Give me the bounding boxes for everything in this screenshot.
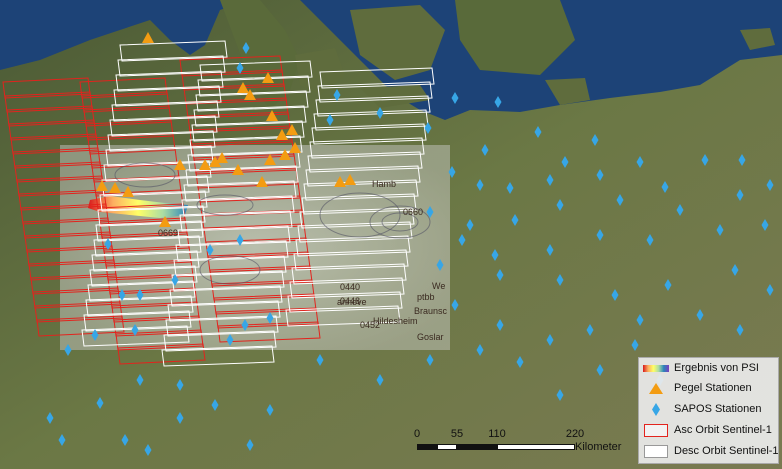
legend-item-desc-orbit: Desc Orbit Sentinel-1 — [643, 443, 779, 459]
legend-label: Pegel Stationen — [674, 382, 752, 394]
scale-segment — [417, 444, 437, 450]
legend-item-psi: Ergebnis von PSI — [643, 360, 759, 376]
scale-tick-2: 110 — [488, 428, 506, 440]
triangle-icon — [643, 382, 669, 395]
station-label: 0440 — [340, 282, 360, 292]
map-view[interactable]: Hamb annove Hildesheim Braunsc ptbb Goslar We 0… — [0, 0, 782, 469]
scale-segment — [497, 444, 575, 450]
scale-bar: 0 55 110 220 Kilometer — [413, 428, 635, 458]
gradient-ramp-icon — [643, 362, 669, 375]
scale-tick-1: 55 — [450, 428, 464, 440]
station-label: 0448 — [340, 296, 360, 306]
red-box-icon — [643, 423, 669, 437]
scale-segment — [437, 444, 457, 450]
legend-label: Ergebnis von PSI — [674, 362, 759, 374]
scale-tick-0: 0 — [413, 428, 421, 440]
legend-item-asc-orbit: Asc Orbit Sentinel-1 — [643, 422, 772, 438]
city-label-wedel: We — [432, 281, 445, 291]
legend-label: SAPOS Stationen — [674, 403, 762, 415]
scale-unit: Kilometer — [575, 441, 622, 453]
station-label: 0452 — [360, 320, 380, 330]
scale-segment — [457, 444, 497, 450]
station-label: 0660 — [403, 207, 423, 217]
station-label: 0669 — [158, 228, 178, 238]
white-box-icon — [643, 444, 669, 458]
scale-tick-3: 220 — [565, 428, 585, 440]
city-label-hamburg: Hamb — [372, 179, 396, 189]
legend-item-sapos: SAPOS Stationen — [643, 401, 761, 417]
legend-item-pegel: Pegel Stationen — [643, 380, 752, 396]
legend-label: Asc Orbit Sentinel-1 — [674, 424, 772, 436]
diamond-icon — [643, 402, 669, 416]
legend-label: Desc Orbit Sentinel-1 — [674, 445, 779, 457]
city-label-ptbb: ptbb — [417, 292, 435, 302]
map-legend: Ergebnis von PSI Pegel Stationen SAPOS S… — [638, 357, 779, 464]
city-label-goslar: Goslar — [417, 332, 444, 342]
city-label-braunschweig: Braunsc — [414, 306, 448, 316]
